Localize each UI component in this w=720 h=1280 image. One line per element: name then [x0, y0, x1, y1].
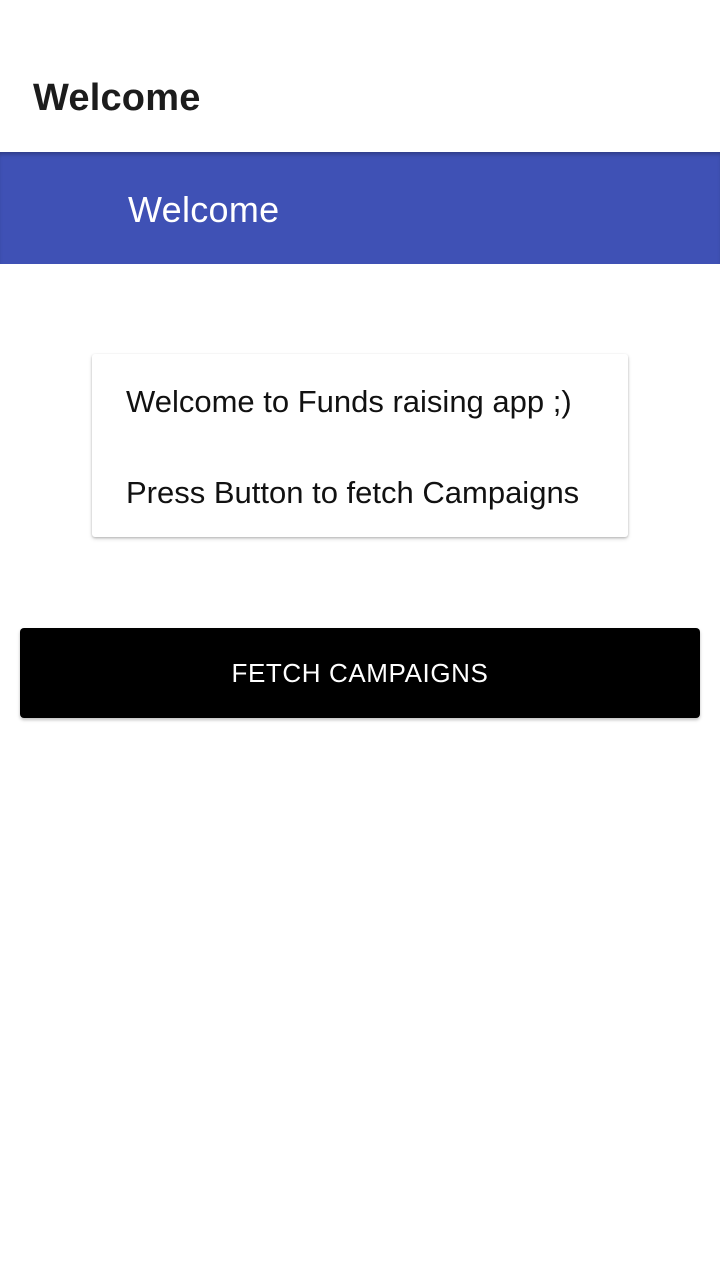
app-bar: Welcome [0, 152, 720, 264]
window-title-bar: Welcome [0, 0, 720, 152]
fetch-campaigns-button[interactable]: FETCH CAMPAIGNS [20, 628, 700, 718]
app-bar-title: Welcome [128, 189, 280, 230]
instruction-message: Press Button to fetch Campaigns [126, 475, 580, 510]
window-title: Welcome [33, 77, 201, 119]
app-screen: Welcome Welcome Welcome to Funds raising… [0, 0, 720, 1280]
welcome-card: Welcome to Funds raising app ;) Press Bu… [92, 354, 628, 537]
welcome-message: Welcome to Funds raising app ;) [126, 384, 572, 419]
